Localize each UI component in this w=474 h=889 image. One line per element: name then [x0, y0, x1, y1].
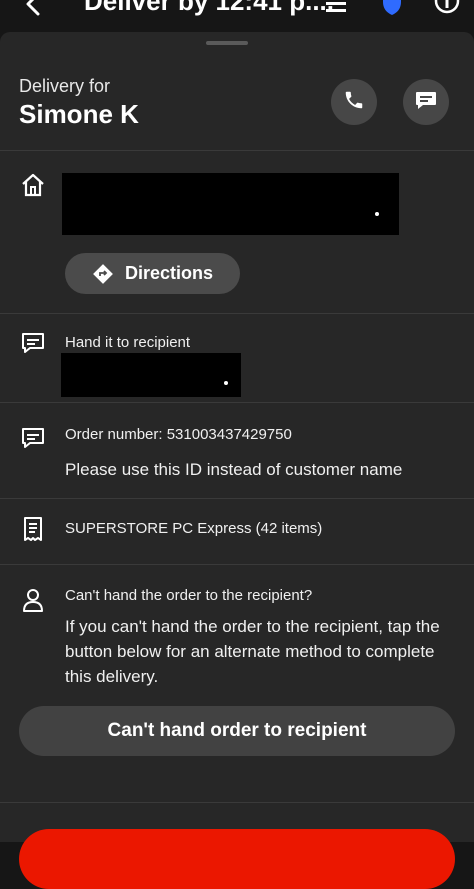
divider [0, 498, 474, 499]
safety-shield-icon[interactable] [380, 0, 404, 23]
call-button[interactable] [331, 79, 377, 125]
redacted-address [62, 173, 399, 235]
drag-handle[interactable] [206, 41, 248, 45]
divider [0, 802, 474, 803]
back-arrow-icon[interactable] [22, 0, 44, 23]
cant-hand-description: If you can't hand the order to the recip… [65, 617, 440, 686]
primary-action-button[interactable] [19, 829, 455, 889]
customer-name: Simone K [19, 99, 139, 129]
cant-hand-order-button[interactable]: Can't hand order to recipient [19, 706, 455, 756]
hand-to-recipient-label: Hand it to recipient [65, 334, 191, 351]
divider [0, 402, 474, 403]
message-icon [20, 330, 46, 356]
home-icon [20, 172, 46, 198]
divider [0, 313, 474, 314]
order-note: Please use this ID instead of customer n… [65, 460, 403, 479]
top-bar: Deliver by 12:41 p.... [0, 0, 474, 32]
deliver-by-title: Deliver by 12:41 p.... [84, 0, 335, 16]
person-icon [20, 587, 46, 613]
redacted-recipient-info [61, 353, 241, 397]
delivery-details-sheet: Delivery for Simone K Directions Hand it… [0, 32, 474, 889]
message-button[interactable] [403, 79, 449, 125]
receipt-icon [20, 516, 46, 542]
phone-icon [343, 89, 365, 116]
directions-label: Directions [125, 263, 214, 283]
store-info: SUPERSTORE PC Express (42 items) [65, 520, 323, 537]
delivery-for-label: Delivery for [19, 76, 111, 96]
info-icon[interactable] [434, 0, 460, 23]
directions-icon [93, 263, 113, 284]
order-message-icon [20, 425, 46, 451]
divider [0, 150, 474, 151]
order-number: Order number: 531003437429750 [65, 426, 292, 443]
cant-hand-question: Can't hand the order to the recipient? [65, 587, 313, 604]
list-icon[interactable] [324, 0, 348, 23]
divider [0, 564, 474, 565]
chat-bubble-icon [414, 89, 438, 116]
directions-button[interactable]: Directions [65, 253, 240, 294]
